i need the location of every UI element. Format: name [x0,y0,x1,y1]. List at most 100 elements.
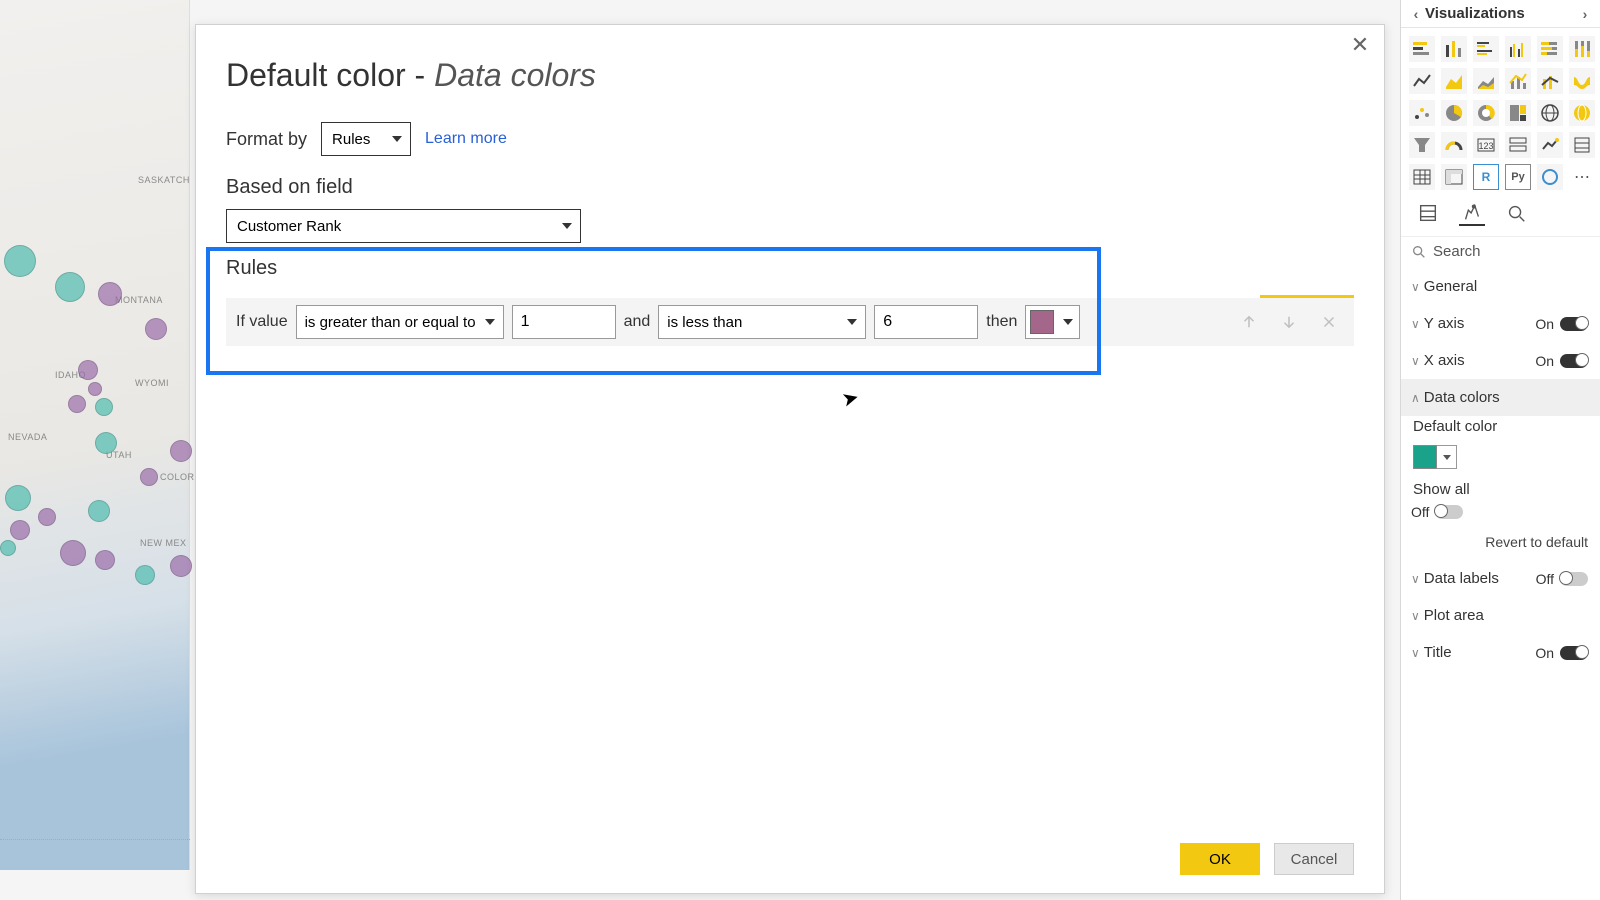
show-all-label: Show all [1401,479,1600,504]
default-color-picker[interactable] [1401,441,1600,479]
card-icon[interactable]: 123 [1473,132,1499,158]
pane-tabs [1401,194,1600,237]
arcgis-icon[interactable] [1537,164,1563,190]
map-bubble [10,520,30,540]
ribbon-chart-icon[interactable] [1569,68,1595,94]
dialog-title: Default color - Data colors [226,57,1354,94]
map-bubble [38,508,56,526]
chevron-down-icon[interactable] [1437,445,1457,469]
chevron-left-icon[interactable]: ‹ [1407,6,1425,22]
ok-button[interactable]: OK [1180,843,1260,875]
move-down-icon[interactable] [1280,313,1298,331]
table-icon[interactable] [1409,164,1435,190]
clustered-bar-icon[interactable] [1473,36,1499,62]
visualizations-header: ‹ Visualizations › [1401,0,1600,28]
rule-operator1-select[interactable]: is greater than or equal to [296,305,504,339]
scatter-icon[interactable] [1409,100,1435,126]
format-tab[interactable] [1459,200,1485,226]
rule-color-picker[interactable] [1025,305,1080,339]
learn-more-link[interactable]: Learn more [425,130,507,148]
combo-chart-icon[interactable] [1505,68,1531,94]
based-on-field-select[interactable]: Customer Rank [226,209,581,243]
stacked-area-icon[interactable] [1473,68,1499,94]
slicer-icon[interactable] [1569,132,1595,158]
map-bubble [0,540,16,556]
format-item-data-labels[interactable]: ∨Data labels Off [1401,560,1600,597]
area-chart-icon[interactable] [1441,68,1467,94]
format-search[interactable]: Search [1401,237,1600,266]
matrix-icon[interactable] [1441,164,1467,190]
analytics-tab[interactable] [1503,200,1529,226]
cancel-button[interactable]: Cancel [1274,843,1354,875]
dialog-title-subtitle: Data colors [434,57,596,93]
map-bubble [88,500,110,522]
default-color-label: Default color [1401,416,1600,441]
rule-value2-input[interactable] [874,305,978,339]
map-bubble [170,555,192,577]
format-item-x-axis[interactable]: ∨X axis On [1401,342,1600,379]
chevron-right-icon[interactable]: › [1576,6,1594,22]
map-canvas: SASKATCH MONTANA IDAHO WYOMI NEVADA UTAH… [0,0,190,870]
kpi-icon[interactable] [1537,132,1563,158]
default-color-swatch [1413,445,1437,469]
funnel-icon[interactable] [1409,132,1435,158]
format-item-y-axis[interactable]: ∨Y axis On [1401,305,1600,342]
rule-value1-input[interactable] [512,305,616,339]
treemap-icon[interactable] [1505,100,1531,126]
fields-tab[interactable] [1415,200,1441,226]
map-bubble [135,565,155,585]
show-all-toggle[interactable]: Off [1401,504,1600,530]
map-bubble [88,382,102,396]
rule-and: and [624,313,651,331]
search-placeholder: Search [1433,243,1481,260]
pie-icon[interactable] [1441,100,1467,126]
donut-icon[interactable] [1473,100,1499,126]
stacked-bar-icon[interactable] [1409,36,1435,62]
rule-then: then [986,313,1017,331]
stacked-column-icon[interactable] [1441,36,1467,62]
map-bubble [95,432,117,454]
r-visual-icon[interactable]: R [1473,164,1499,190]
combo-chart2-icon[interactable] [1537,68,1563,94]
visualization-type-grid: 123 R Py ⋯ [1401,28,1600,194]
dialog-title-prefix: Default color - [226,57,434,93]
map-bubble [60,540,86,566]
gauge-icon[interactable] [1441,132,1467,158]
conditional-formatting-dialog: ✕ Default color - Data colors Format by … [195,24,1385,894]
map-bubble [170,440,192,462]
rule-operator2-select[interactable]: is less than [658,305,866,339]
map-bubble [55,272,85,302]
filled-map-icon[interactable] [1569,100,1595,126]
close-icon[interactable]: ✕ [1346,31,1374,59]
revert-to-default-link[interactable]: Revert to default [1401,530,1600,560]
multi-row-card-icon[interactable] [1505,132,1531,158]
svg-text:123: 123 [1478,141,1493,151]
visualizations-title: Visualizations [1425,5,1525,22]
stacked-column-100-icon[interactable] [1569,36,1595,62]
map-icon[interactable] [1537,100,1563,126]
format-item-general[interactable]: ∨General [1401,268,1600,305]
move-up-icon[interactable] [1240,313,1258,331]
map-bubble [5,485,31,511]
rule-row: If value is greater than or equal to and… [226,298,1354,346]
based-on-field-label: Based on field [226,176,1354,199]
map-bubble [4,245,36,277]
delete-rule-icon[interactable] [1320,313,1338,331]
map-label-wyoming: WYOMI [135,378,169,388]
format-by-value: Rules [332,131,370,148]
format-item-data-colors[interactable]: ∧Data colors [1401,379,1600,416]
format-item-title[interactable]: ∨Title On [1401,634,1600,671]
map-bubble [140,468,158,486]
format-by-select[interactable]: Rules [321,122,411,156]
python-visual-icon[interactable]: Py [1505,164,1531,190]
map-label-colorado: COLOR [160,472,195,482]
map-label-nevada: NEVADA [8,432,47,442]
format-item-plot-area[interactable]: ∨Plot area [1401,597,1600,634]
stacked-bar-100-icon[interactable] [1537,36,1563,62]
more-visuals-icon[interactable]: ⋯ [1569,164,1595,190]
clustered-column-icon[interactable] [1505,36,1531,62]
map-label-saskatch: SASKATCH [138,175,190,185]
visualizations-pane: ‹ Visualizations › 123 [1400,0,1600,900]
line-chart-icon[interactable] [1409,68,1435,94]
map-bubble [95,398,113,416]
